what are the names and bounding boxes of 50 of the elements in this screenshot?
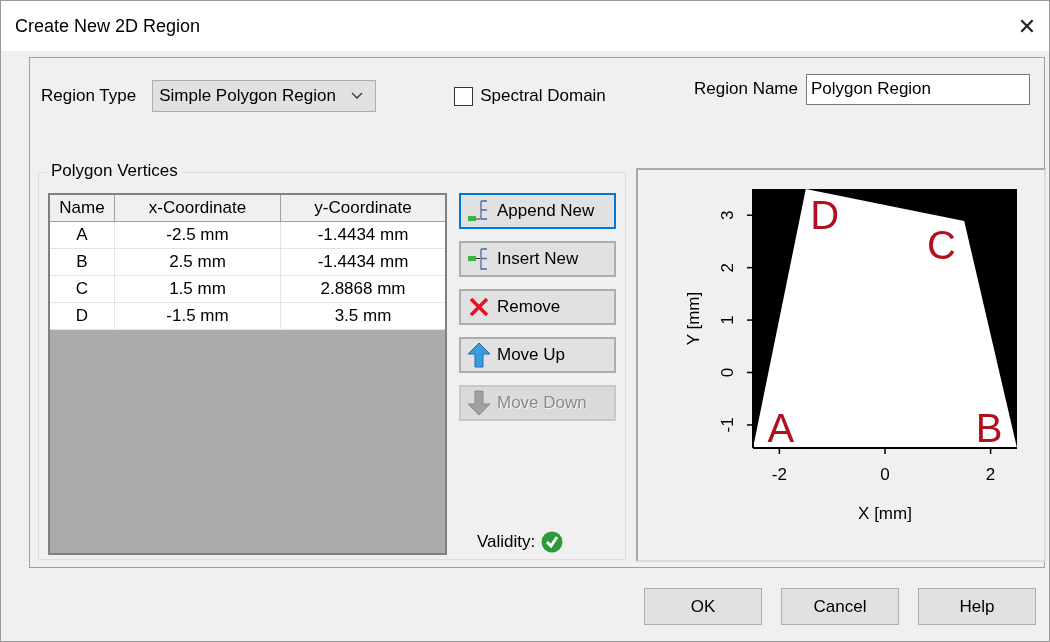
y-tick-label: 3 <box>718 210 737 220</box>
region-type-dropdown[interactable]: Simple Polygon Region <box>152 80 377 112</box>
column-header[interactable]: Name <box>50 195 115 221</box>
down-arrow-icon <box>467 390 491 416</box>
table-cell: 1.5 mm <box>115 276 281 302</box>
caret-icon <box>351 92 364 100</box>
region-type-label: Region Type <box>41 86 137 106</box>
dialog-button[interactable]: OK <box>644 588 762 625</box>
x-tick-label: -2 <box>771 465 787 484</box>
y-axis-title: Y [mm] <box>684 291 703 346</box>
y-tick-label: 1 <box>718 315 737 325</box>
table-cell-text: -1.4434 mm <box>316 224 410 246</box>
x-tick-label: 2 <box>985 465 996 484</box>
vertex-label: A <box>767 405 795 450</box>
cross-icon <box>467 295 491 319</box>
vertex-button[interactable]: Move Up <box>459 337 616 373</box>
region-name-label: Region Name <box>694 79 798 99</box>
window-title: Create New 2D Region <box>15 15 201 37</box>
vertex-label: B <box>975 405 1003 450</box>
validity-label: Validity: <box>477 532 536 552</box>
vertex-label: D <box>810 193 840 237</box>
table-cell-text: 3.5 mm <box>333 305 393 327</box>
spectral-domain-label: Spectral Domain <box>480 86 606 106</box>
table-cell: A <box>50 222 115 248</box>
table-cell: -1.5 mm <box>115 303 281 329</box>
column-header[interactable]: x-Coordinate <box>115 195 281 221</box>
table-cell: C <box>50 276 115 302</box>
dialog-button[interactable]: Cancel <box>781 588 899 625</box>
dialog-button[interactable]: Help <box>918 588 1036 625</box>
vertex-button[interactable]: Remove <box>459 289 616 325</box>
group-title: Polygon Vertices <box>47 161 182 181</box>
y-tick-label: 0 <box>718 367 737 378</box>
up-arrow-icon <box>467 342 491 368</box>
vertex-button[interactable]: Insert New <box>459 241 616 277</box>
table-cell: -2.5 mm <box>115 222 281 248</box>
vertex-button[interactable]: Append New <box>459 193 616 229</box>
close-button[interactable]: ✕ <box>1005 4 1049 48</box>
y-tick-label: -1 <box>718 417 737 433</box>
table-cell: B <box>50 249 115 275</box>
x-tick-label: 0 <box>880 465 890 484</box>
vertex-label: C <box>926 222 956 267</box>
table-cell-text: 2.8868 mm <box>319 278 407 300</box>
x-axis-title: X [mm] <box>858 504 912 523</box>
table-cell-text: -1.4434 mm <box>316 251 410 273</box>
table-cell: 2.5 mm <box>115 249 281 275</box>
region-name-field[interactable]: Polygon Region <box>806 73 1030 105</box>
table-cell: D <box>50 303 115 329</box>
y-tick-label: 2 <box>718 262 737 273</box>
spectral-domain-checkbox[interactable] <box>454 86 474 106</box>
column-header[interactable]: y-Coordinate <box>281 195 445 221</box>
